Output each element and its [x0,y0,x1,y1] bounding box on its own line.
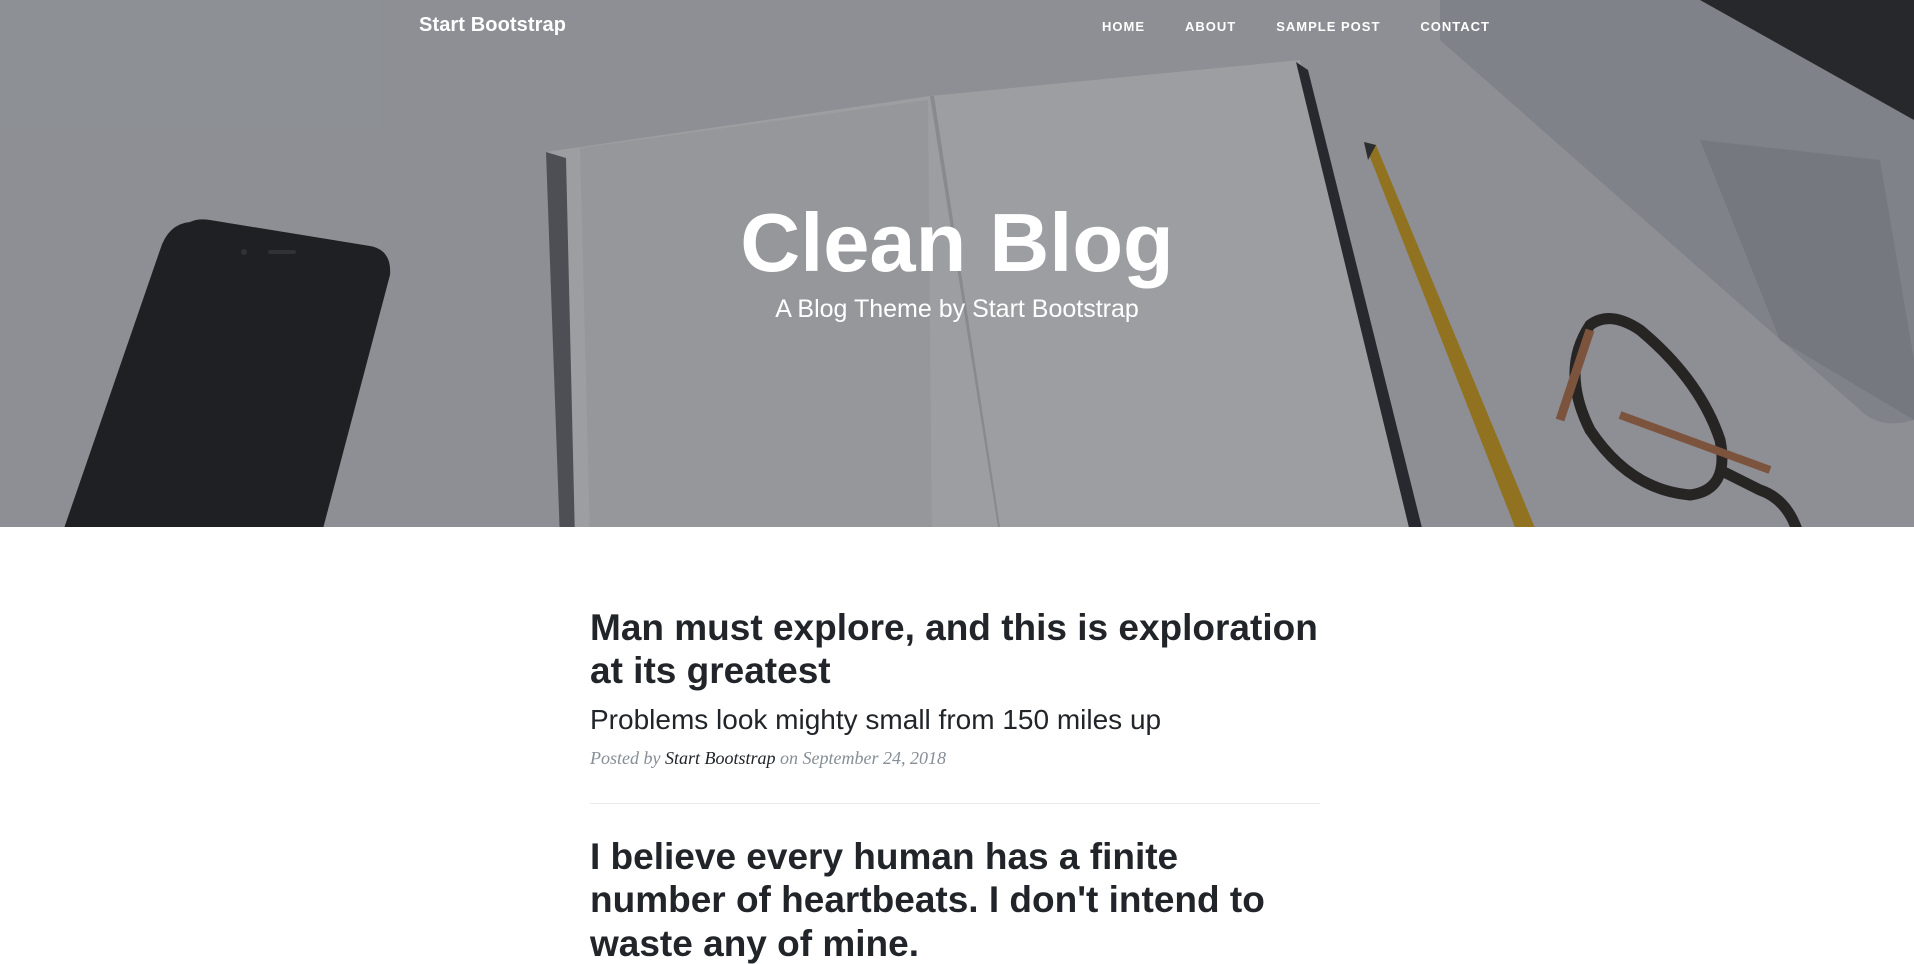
site-subtitle: A Blog Theme by Start Bootstrap [775,295,1139,324]
post-divider [590,803,1320,805]
post-preview: I believe every human has a finite numbe… [590,835,1320,964]
nav-item-sample-post: Sample Post [1256,18,1400,36]
post-meta: Posted by Start Bootstrap on September 2… [590,748,1320,769]
main-navbar: Start Bootstrap Home About Sample Post C… [0,0,1914,54]
nav-link-home[interactable]: Home [1102,19,1145,34]
nav-link-contact[interactable]: Contact [1420,19,1490,34]
site-title: Clean Blog [740,196,1174,289]
nav-links: Home About Sample Post Contact [1082,18,1490,36]
nav-link-about[interactable]: About [1185,19,1236,34]
post-title: Man must explore, and this is exploratio… [590,607,1318,692]
post-list: Man must explore, and this is exploratio… [590,606,1320,964]
post-subtitle: Problems look mighty small from 150 mile… [590,703,1162,735]
nav-item-about: About [1165,18,1256,36]
post-preview: Man must explore, and this is exploratio… [590,606,1320,769]
nav-item-home: Home [1082,18,1165,36]
nav-link-sample-post[interactable]: Sample Post [1276,19,1380,34]
post-link[interactable]: I believe every human has a finite numbe… [590,835,1320,964]
post-author-link[interactable]: Start Bootstrap [665,748,776,768]
navbar-brand[interactable]: Start Bootstrap [419,14,566,37]
site-heading: Clean Blog A Blog Theme by Start Bootstr… [0,195,1914,324]
post-meta-date: on September 24, 2018 [780,748,946,769]
masthead-hero: Start Bootstrap Home About Sample Post C… [0,0,1914,527]
post-title: I believe every human has a finite numbe… [590,836,1265,964]
post-meta-prefix: Posted by [590,748,661,769]
nav-item-contact: Contact [1400,18,1490,36]
post-link[interactable]: Man must explore, and this is exploratio… [590,606,1320,736]
